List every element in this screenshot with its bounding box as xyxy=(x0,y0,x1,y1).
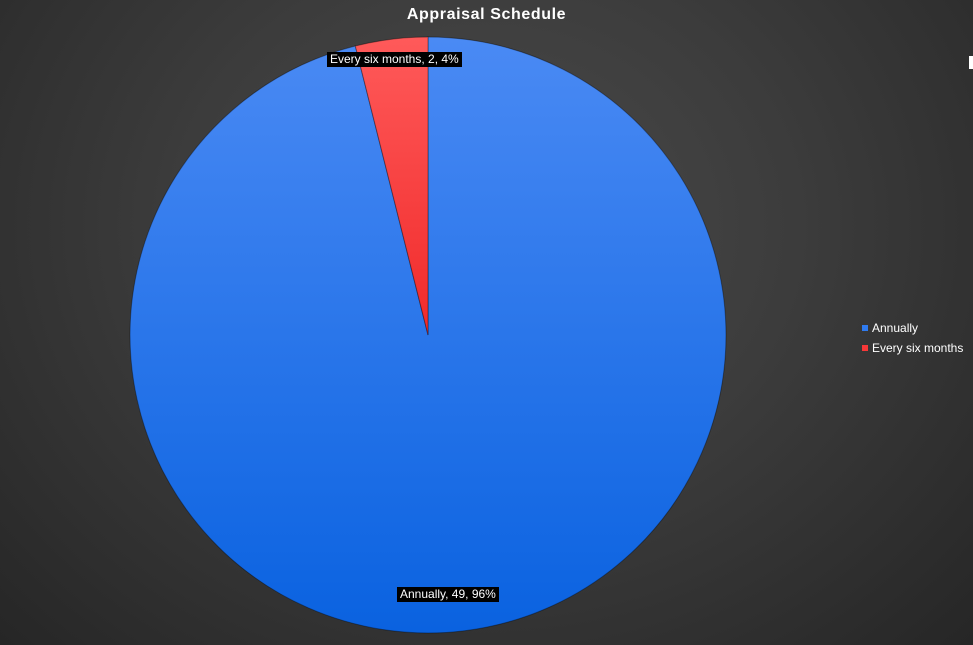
legend-swatch-every-six-months xyxy=(862,345,868,351)
pie-chart xyxy=(129,36,727,634)
legend-label-annually: Annually xyxy=(872,321,919,335)
legend-item-every-six-months: Every six months xyxy=(862,338,963,358)
data-label-annually: Annually, 49, 96% xyxy=(397,587,499,602)
legend-swatch-annually xyxy=(862,325,868,331)
legend: Annually Every six months xyxy=(862,318,963,358)
legend-item-annually: Annually xyxy=(862,318,963,338)
data-label-every-six-months: Every six months, 2, 4% xyxy=(327,52,462,67)
legend-label-every-six-months: Every six months xyxy=(872,341,964,355)
clipped-edge-mark xyxy=(969,56,973,69)
